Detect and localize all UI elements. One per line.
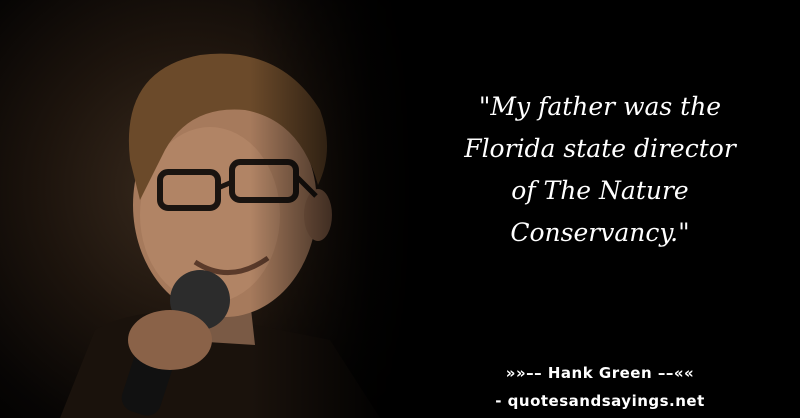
photo-fade-overlay	[250, 0, 420, 418]
author-attribution: »»–– Hank Green ––««	[505, 364, 695, 382]
quote-line: "My father was the	[478, 92, 722, 121]
quote-line: Florida state director	[464, 134, 736, 163]
quote-line: Conservancy."	[510, 218, 690, 247]
quote-line: of The Nature	[511, 176, 689, 205]
quote-text: "My father was the Florida state directo…	[430, 86, 770, 254]
site-credit: - quotesandsayings.net	[495, 392, 705, 410]
hand-shape	[128, 310, 212, 370]
speaker-photo	[0, 0, 420, 418]
